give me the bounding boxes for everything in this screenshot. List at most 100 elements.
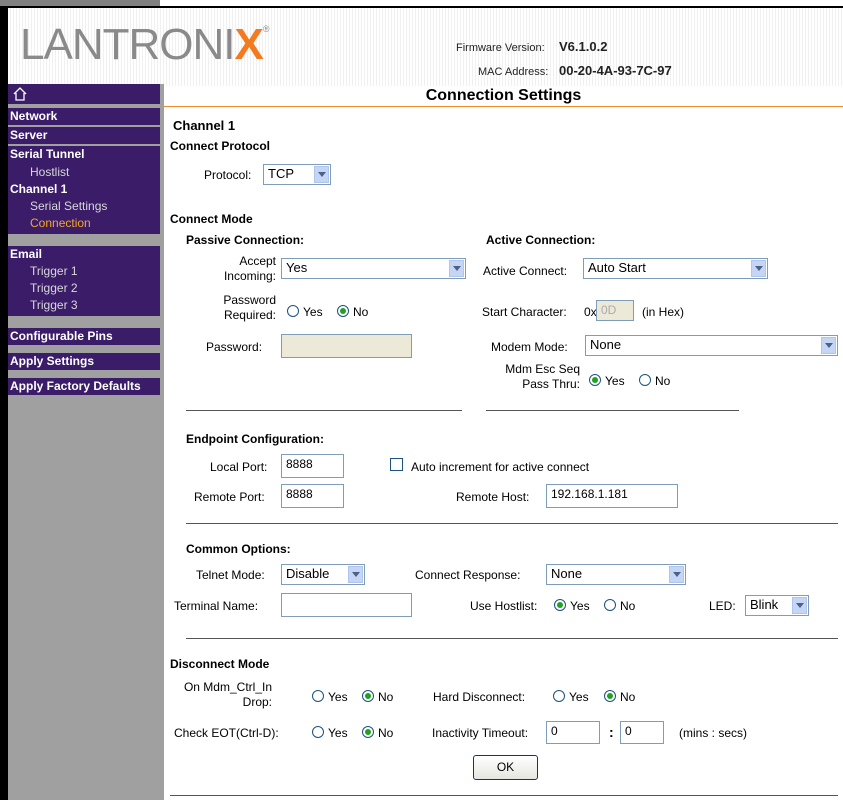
- sidebar-item-trigger3[interactable]: Trigger 3: [8, 297, 160, 316]
- divider: [186, 638, 838, 639]
- use-hostlist-no-radio[interactable]: [604, 599, 616, 611]
- time-separator: :: [609, 724, 614, 740]
- connect-response-select[interactable]: None: [546, 564, 686, 585]
- sidebar-item-configurable-pins[interactable]: Configurable Pins: [8, 328, 160, 345]
- sidebar-item-email[interactable]: Email: [8, 246, 160, 263]
- sidebar-home[interactable]: [8, 84, 160, 104]
- mdm-esc-yes-radio[interactable]: [589, 374, 601, 386]
- use-hostlist-yes-label: Yes: [570, 599, 590, 613]
- password-input[interactable]: [281, 334, 412, 358]
- check-eot-no-radio[interactable]: [362, 726, 374, 738]
- ok-button[interactable]: OK: [473, 755, 538, 780]
- chevron-down-icon[interactable]: [821, 337, 836, 354]
- password-required-yes-label: Yes: [303, 305, 323, 319]
- check-eot-yes-radio[interactable]: [312, 726, 324, 738]
- sidebar-item-serial-settings[interactable]: Serial Settings: [8, 198, 160, 215]
- hard-disconnect-yes-label: Yes: [569, 690, 589, 704]
- modem-mode-label: Modem Mode:: [491, 340, 568, 354]
- sidebar-item-network[interactable]: Network: [8, 108, 160, 125]
- use-hostlist-yes-radio[interactable]: [554, 599, 566, 611]
- left-border: [0, 0, 8, 800]
- chevron-down-icon[interactable]: [669, 566, 684, 583]
- telnet-mode-select[interactable]: Disable: [281, 564, 365, 585]
- remote-port-input[interactable]: 8888: [281, 484, 344, 508]
- terminal-name-input[interactable]: [281, 593, 412, 617]
- home-icon[interactable]: [13, 87, 27, 101]
- channel-heading: Channel 1: [173, 118, 236, 133]
- mdm-ctrl-yes-label: Yes: [328, 690, 348, 704]
- active-connect-select[interactable]: Auto Start: [583, 258, 768, 279]
- mdm-ctrl-no-label: No: [378, 690, 394, 704]
- hard-disconnect-no-radio[interactable]: [604, 690, 616, 702]
- led-select[interactable]: Blink: [745, 595, 809, 616]
- sidebar-item-hostlist[interactable]: Hostlist: [8, 164, 160, 181]
- hex-prefix: 0x: [584, 305, 597, 319]
- accept-incoming-select[interactable]: Yes: [281, 258, 466, 279]
- start-character-label: Start Character:: [482, 305, 567, 319]
- chevron-down-icon[interactable]: [792, 597, 807, 614]
- auto-increment-checkbox[interactable]: [390, 458, 403, 471]
- remote-port-label: Remote Port:: [194, 490, 265, 504]
- divider: [170, 795, 838, 796]
- mins-secs-label: (mins : secs): [679, 726, 748, 740]
- telnet-mode-label: Telnet Mode:: [196, 568, 265, 582]
- local-port-label: Local Port:: [210, 460, 268, 474]
- mdm-ctrl-no-radio[interactable]: [362, 690, 374, 702]
- use-hostlist-no-label: No: [620, 599, 636, 613]
- sidebar-item-apply-factory-defaults[interactable]: Apply Factory Defaults: [8, 378, 160, 395]
- modem-mode-select[interactable]: None: [585, 335, 838, 356]
- sidebar-item-trigger1[interactable]: Trigger 1: [8, 263, 160, 280]
- chevron-down-icon[interactable]: [314, 166, 329, 183]
- sidebar-item-channel1[interactable]: Channel 1: [8, 181, 160, 198]
- active-connect-label: Active Connect:: [483, 264, 568, 278]
- mdm-esc-no-label: No: [655, 374, 671, 388]
- in-hex-label: (in Hex): [642, 305, 685, 319]
- terminal-name-label: Terminal Name:: [174, 599, 259, 613]
- protocol-label: Protocol:: [204, 168, 252, 182]
- start-character-input[interactable]: 0D: [596, 300, 634, 321]
- inactivity-seconds-input[interactable]: 0: [620, 721, 664, 744]
- divider: [486, 410, 739, 411]
- passive-connection-heading: Passive Connection:: [186, 233, 305, 247]
- sidebar-item-connection[interactable]: Connection: [8, 215, 160, 234]
- divider: [186, 410, 462, 411]
- endpoint-configuration-heading: Endpoint Configuration:: [186, 432, 324, 446]
- sidebar-item-apply-settings[interactable]: Apply Settings: [8, 353, 160, 370]
- password-label: Password:: [206, 340, 263, 354]
- chevron-down-icon[interactable]: [348, 566, 363, 583]
- mdm-ctrl-yes-radio[interactable]: [312, 690, 324, 702]
- remote-host-input[interactable]: 192.168.1.181: [546, 484, 678, 508]
- divider: [186, 523, 838, 524]
- chevron-down-icon[interactable]: [751, 260, 766, 277]
- local-port-input[interactable]: 8888: [281, 454, 344, 478]
- connect-response-label: Connect Response:: [415, 568, 521, 582]
- connect-mode-heading: Connect Mode: [170, 212, 253, 226]
- hard-disconnect-yes-radio[interactable]: [553, 690, 565, 702]
- firmware-value: V6.1.0.2: [559, 39, 608, 54]
- sidebar-item-serial-tunnel[interactable]: Serial Tunnel: [8, 146, 160, 164]
- firmware-label: Firmware Version:: [456, 42, 545, 54]
- password-required-no-label: No: [353, 305, 369, 319]
- check-eot-label: Check EOT(Ctrl-D):: [174, 726, 279, 740]
- lantronix-logo: LANTRONIX®: [20, 20, 269, 69]
- mdm-esc-seq-label: Mdm Esc Seq Pass Thru:: [505, 362, 580, 391]
- sidebar-item-trigger2[interactable]: Trigger 2: [8, 280, 160, 297]
- password-required-yes-radio[interactable]: [287, 305, 299, 317]
- active-connection-heading: Active Connection:: [486, 233, 596, 247]
- hard-disconnect-label: Hard Disconnect:: [433, 690, 526, 704]
- hard-disconnect-no-label: No: [620, 690, 636, 704]
- protocol-select[interactable]: TCP: [263, 164, 331, 185]
- password-required-no-radio[interactable]: [337, 305, 349, 317]
- check-eot-yes-label: Yes: [328, 726, 348, 740]
- auto-increment-label: Auto increment for active connect: [411, 460, 590, 474]
- sidebar-item-server[interactable]: Server: [8, 127, 160, 144]
- use-hostlist-label: Use Hostlist:: [470, 599, 538, 613]
- mdm-esc-yes-label: Yes: [605, 374, 625, 388]
- common-options-heading: Common Options:: [186, 542, 291, 556]
- accept-incoming-label: Accept Incoming:: [223, 254, 276, 283]
- inactivity-minutes-input[interactable]: 0: [546, 721, 600, 744]
- remote-host-label: Remote Host:: [456, 490, 530, 504]
- mdm-esc-no-radio[interactable]: [639, 374, 651, 386]
- chevron-down-icon[interactable]: [449, 260, 464, 277]
- check-eot-no-label: No: [378, 726, 394, 740]
